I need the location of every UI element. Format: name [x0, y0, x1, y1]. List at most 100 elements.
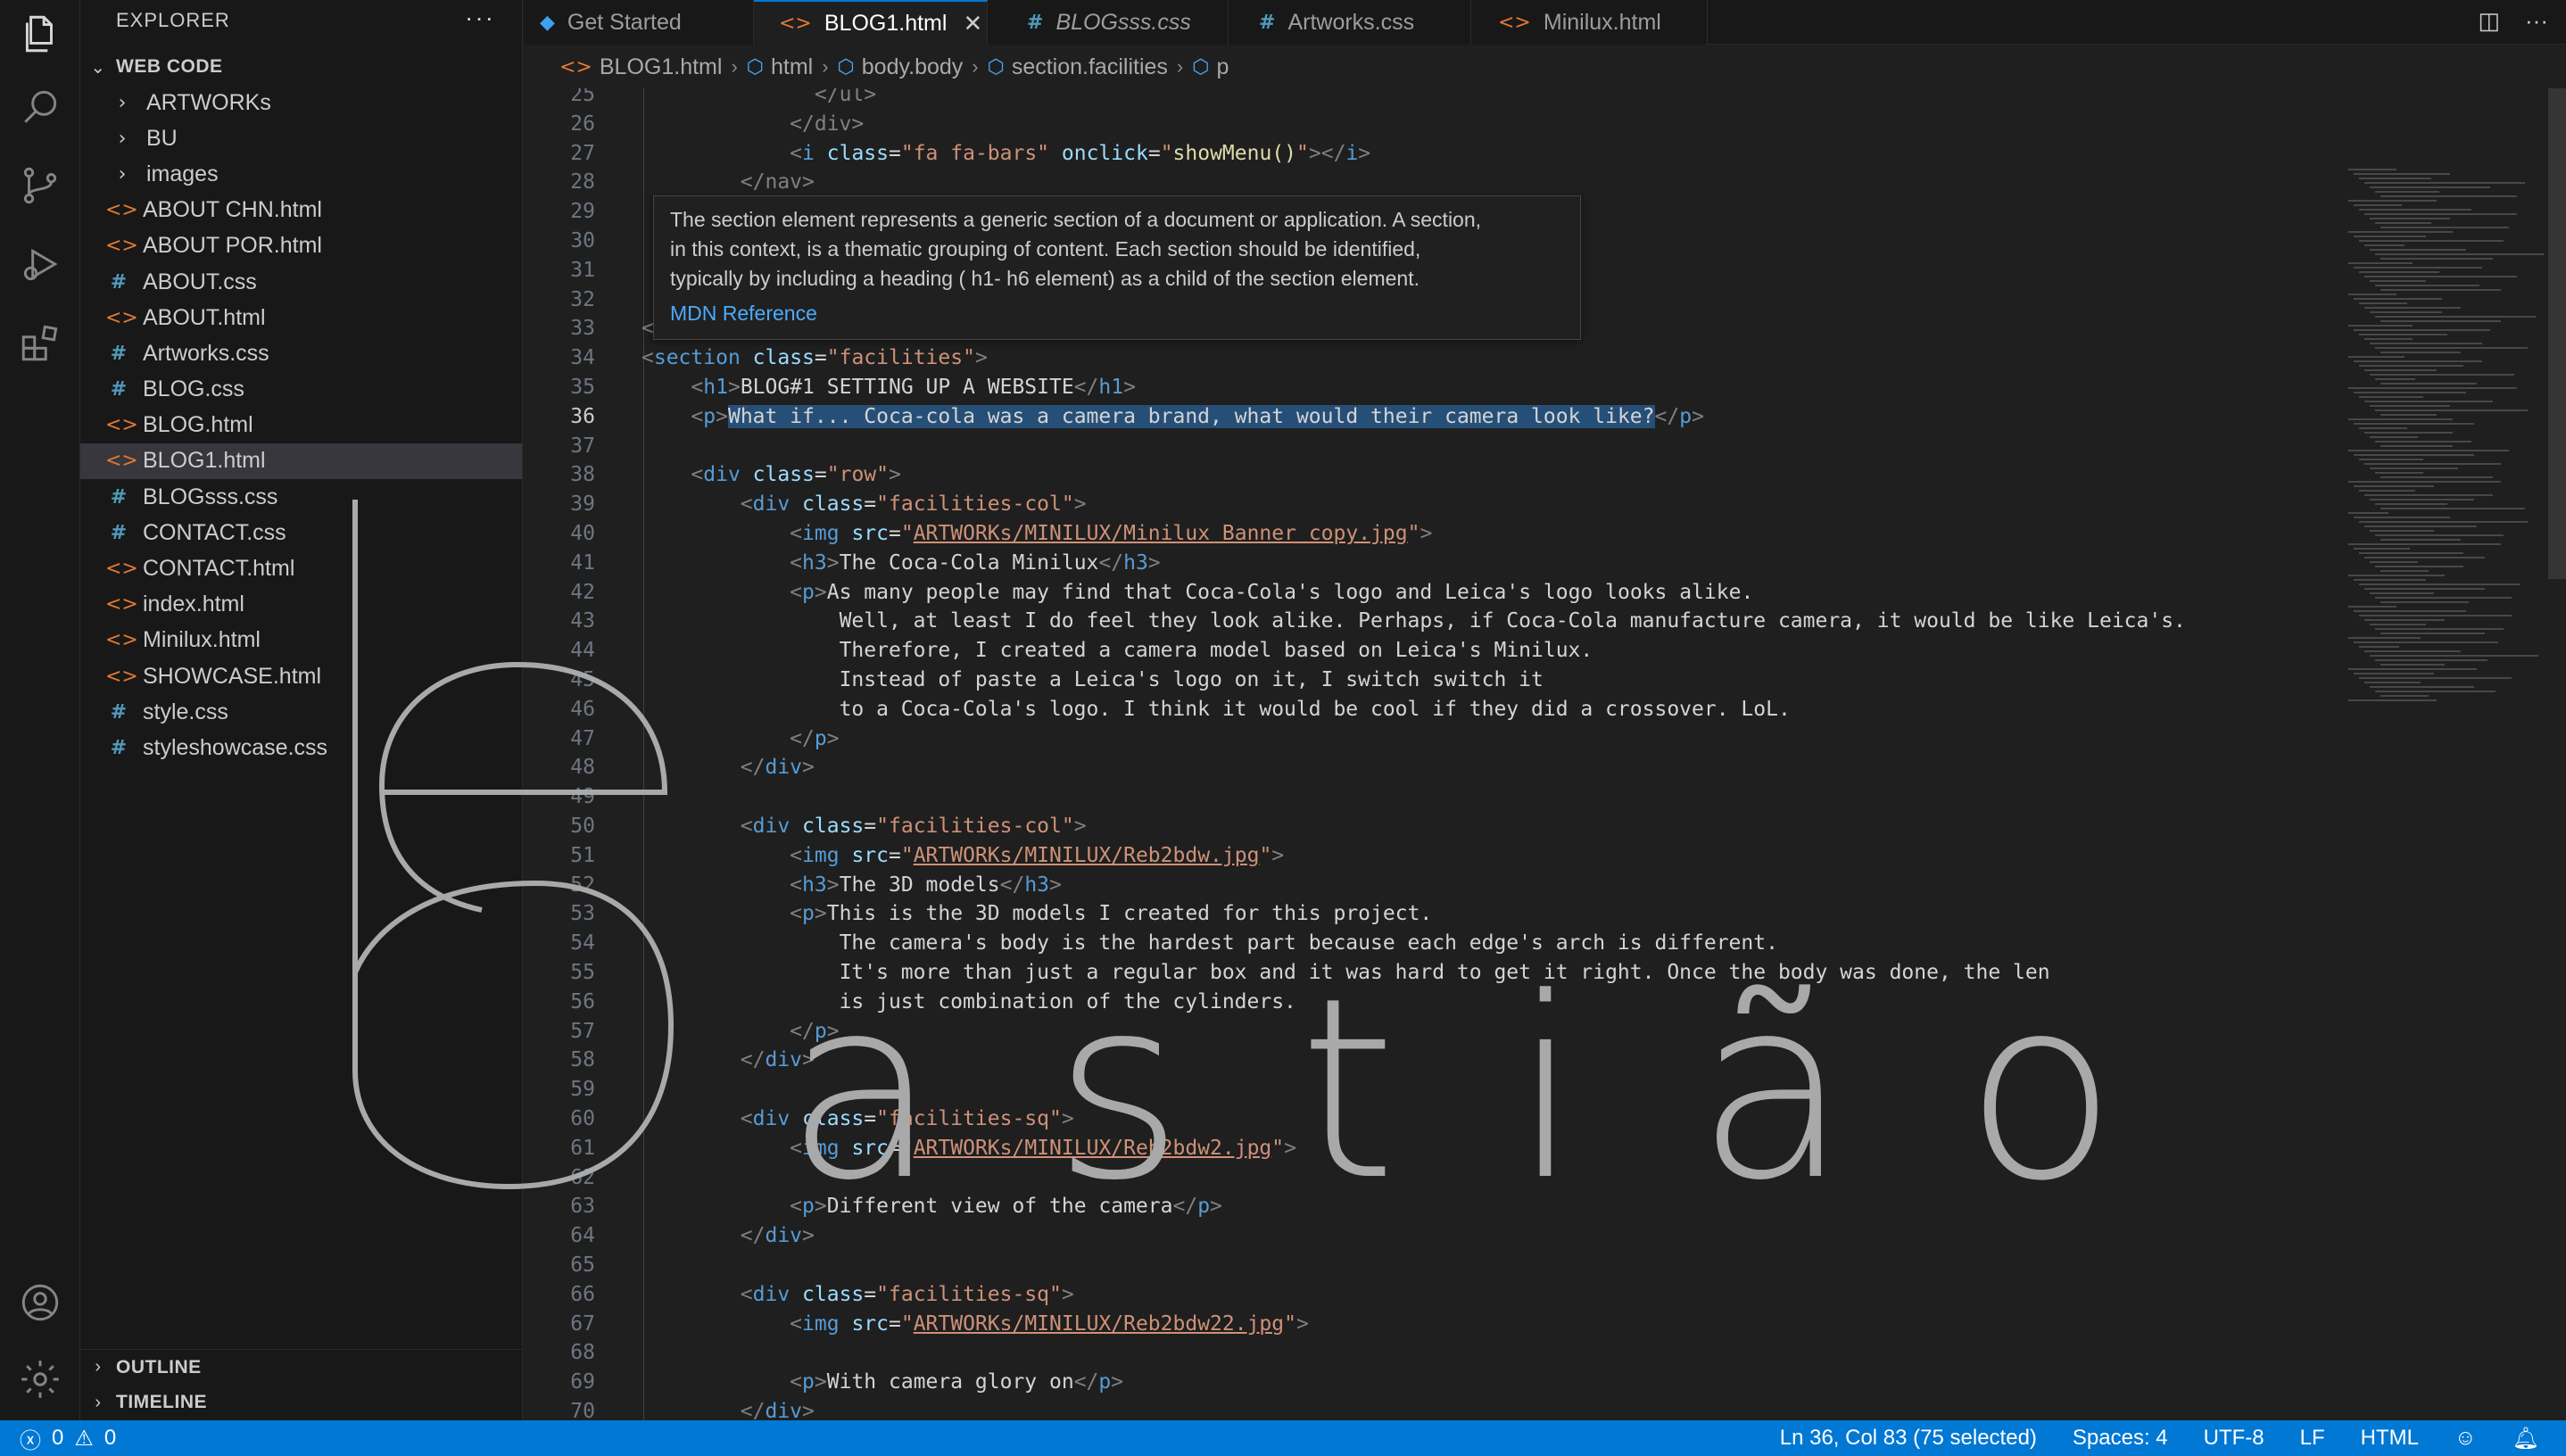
breadcrumb-p[interactable]: ⬡ p	[1192, 54, 1229, 80]
breadcrumb-label: p	[1216, 54, 1229, 79]
mdn-reference-link[interactable]: MDN Reference	[670, 299, 1564, 328]
settings-gear-icon[interactable]	[15, 1354, 65, 1404]
tab-label: Artworks.css	[1287, 9, 1415, 35]
tree-item-blogsss-css[interactable]: # BLOGsss.css	[80, 479, 522, 515]
problems-indicator[interactable]: ⓧ 0 ⚠ 0	[20, 1423, 116, 1454]
code-link[interactable]: ARTWORKs/MINILUX/Reb2bdw.jpg	[914, 844, 1260, 867]
tree-item-label: styleshowcase.css	[143, 734, 328, 760]
search-icon[interactable]	[15, 82, 65, 132]
language-mode[interactable]: HTML	[2361, 1426, 2419, 1451]
minimap-line	[2348, 294, 2396, 295]
tab-get-started[interactable]: ◆ Get Started	[524, 0, 754, 45]
tree-item-about-html[interactable]: <> ABOUT.html	[80, 300, 522, 335]
minimap-line	[2370, 405, 2450, 407]
code-link[interactable]: ARTWORKs/MINILUX/Reb2bdw2.jpg	[914, 1137, 1272, 1160]
outline-header[interactable]: › OUTLINE	[80, 1349, 522, 1385]
cursor-position[interactable]: Ln 36, Col 83 (75 selected)	[1780, 1426, 2037, 1451]
more-actions-icon[interactable]: ···	[465, 4, 495, 32]
end-of-line[interactable]: LF	[2300, 1426, 2325, 1451]
minimap-line	[2359, 521, 2528, 523]
minimap-line	[2364, 588, 2485, 590]
code-line-52: <h3>The 3D models</h3>	[790, 873, 1062, 897]
minimap-line	[2359, 677, 2512, 679]
tree-item-images[interactable]: › images	[80, 156, 522, 192]
code-link[interactable]: ARTWORKs/MINILUX/Minilux Banner copy.jpg	[914, 522, 1408, 545]
workspace-header[interactable]: ⌄ WEB CODE	[80, 49, 522, 85]
hover-tooltip: The section element represents a generic…	[653, 195, 1581, 340]
source-control-icon[interactable]	[15, 161, 65, 211]
tree-item-contact-html[interactable]: <> CONTACT.html	[80, 550, 522, 586]
tree-item-about-chn-html[interactable]: <> ABOUT CHN.html	[80, 193, 522, 228]
tree-item-artworks-css[interactable]: # Artworks.css	[80, 335, 522, 371]
line-number: 44	[570, 639, 595, 663]
breadcrumb-section[interactable]: ⬡ section.facilities	[988, 54, 1168, 80]
vertical-scrollbar[interactable]	[2545, 88, 2566, 1420]
feedback-icon[interactable]: ☺	[2454, 1426, 2477, 1451]
tree-item-blog-html[interactable]: <> BLOG.html	[80, 408, 522, 443]
tree-item-about-por-html[interactable]: <> ABOUT POR.html	[80, 228, 522, 264]
indentation[interactable]: Spaces: 4	[2073, 1426, 2168, 1451]
line-number: 43	[570, 609, 595, 633]
line-number: 58	[570, 1048, 595, 1072]
tree-item-style-css[interactable]: # style.css	[80, 694, 522, 730]
tree-item-contact-css[interactable]: # CONTACT.css	[80, 515, 522, 550]
tree-item-about-css[interactable]: # ABOUT.css	[80, 264, 522, 300]
more-actions-icon[interactable]: ···	[2525, 7, 2548, 35]
tree-item-label: index.html	[143, 592, 244, 617]
code-token: Well, at least I do feel they look alike…	[839, 609, 2186, 633]
extensions-icon[interactable]	[15, 318, 65, 368]
bell-icon[interactable]: 🔔︎	[2512, 1426, 2539, 1452]
tree-item-index-html[interactable]: <> index.html	[80, 587, 522, 623]
close-icon[interactable]: ✕	[963, 10, 982, 37]
tab-minilux-html[interactable]: <> Minilux.html	[1471, 0, 1708, 45]
timeline-header[interactable]: › TIMELINE	[80, 1385, 522, 1420]
code-line-35: <h1>BLOG#1 SETTING UP A WEBSITE</h1>	[691, 376, 1136, 399]
run-debug-icon[interactable]	[15, 239, 65, 289]
tree-item-artworks[interactable]: › ARTWORKs	[80, 85, 522, 120]
code-link[interactable]: ARTWORKs/MINILUX/Reb2bdw22.jpg	[914, 1312, 1284, 1336]
tree-item-showcase-html[interactable]: <> SHOWCASE.html	[80, 658, 522, 694]
code-line-41: <h3>The Coca-Cola Minilux</h3>	[790, 550, 1161, 575]
tree-item-blog-css[interactable]: # BLOG.css	[80, 372, 522, 408]
chevron-right-icon: ›	[118, 91, 127, 114]
minimap-line	[2370, 467, 2458, 469]
breadcrumb-html[interactable]: ⬡ html	[747, 54, 813, 80]
minimap-line	[2364, 494, 2493, 496]
code-line-63: <p>Different view of the camera</p>	[790, 1195, 1222, 1219]
accounts-icon[interactable]	[15, 1278, 65, 1328]
line-number: 59	[570, 1078, 595, 1102]
scrollbar-thumb[interactable]	[2548, 88, 2566, 579]
encoding[interactable]: UTF-8	[2204, 1426, 2264, 1451]
line-number: 70	[570, 1400, 595, 1420]
minimap[interactable]	[2330, 88, 2545, 713]
tab-blog1-html[interactable]: <> BLOG1.html ✕	[754, 0, 988, 45]
line-number: 51	[570, 843, 595, 867]
tree-item-bu[interactable]: › BU	[80, 120, 522, 156]
minimap-line	[2364, 557, 2485, 558]
line-number: 25	[570, 88, 595, 106]
split-editor-icon[interactable]: ◫	[2478, 7, 2500, 35]
code-line-66: <div class="facilities-sq">	[740, 1282, 1074, 1306]
tab-artworks-css[interactable]: # Artworks.css	[1229, 0, 1471, 45]
tree-item-label: BLOG.css	[143, 376, 244, 402]
tree-item-styleshowcase-css[interactable]: # styleshowcase.css	[80, 730, 522, 765]
breadcrumb-body[interactable]: ⬡ body.body	[838, 54, 964, 80]
minimap-line	[2380, 476, 2493, 478]
html-icon: <>	[105, 414, 138, 437]
breadcrumb: <> BLOG1.html › ⬡ html › ⬡ body.body › ⬡ sec…	[524, 46, 2566, 88]
css-icon: #	[110, 736, 128, 759]
explorer-icon[interactable]	[15, 9, 65, 59]
line-number: 65	[570, 1253, 595, 1277]
tree-item-blog1-html[interactable]: <> BLOG1.html	[80, 443, 522, 480]
line-number: 67	[570, 1311, 595, 1336]
vscode-icon: ◆	[540, 11, 555, 34]
tab-blogsss-css[interactable]: # BLOGsss.css	[988, 0, 1229, 45]
minimap-line	[2354, 236, 2426, 237]
tree-item-label: ARTWORKs	[146, 89, 271, 115]
minimap-line	[2348, 481, 2501, 483]
tree-item-minilux-html[interactable]: <> Minilux.html	[80, 623, 522, 658]
code-token: </div>	[790, 112, 865, 136]
breadcrumb-file[interactable]: <> BLOG1.html	[559, 54, 722, 80]
line-number-gutter: 25 26 27 28 29 30 31 32 33 34 35 36 37 38 39 40 41 42 43 44…	[524, 88, 595, 1420]
minimap-line	[2364, 619, 2445, 621]
